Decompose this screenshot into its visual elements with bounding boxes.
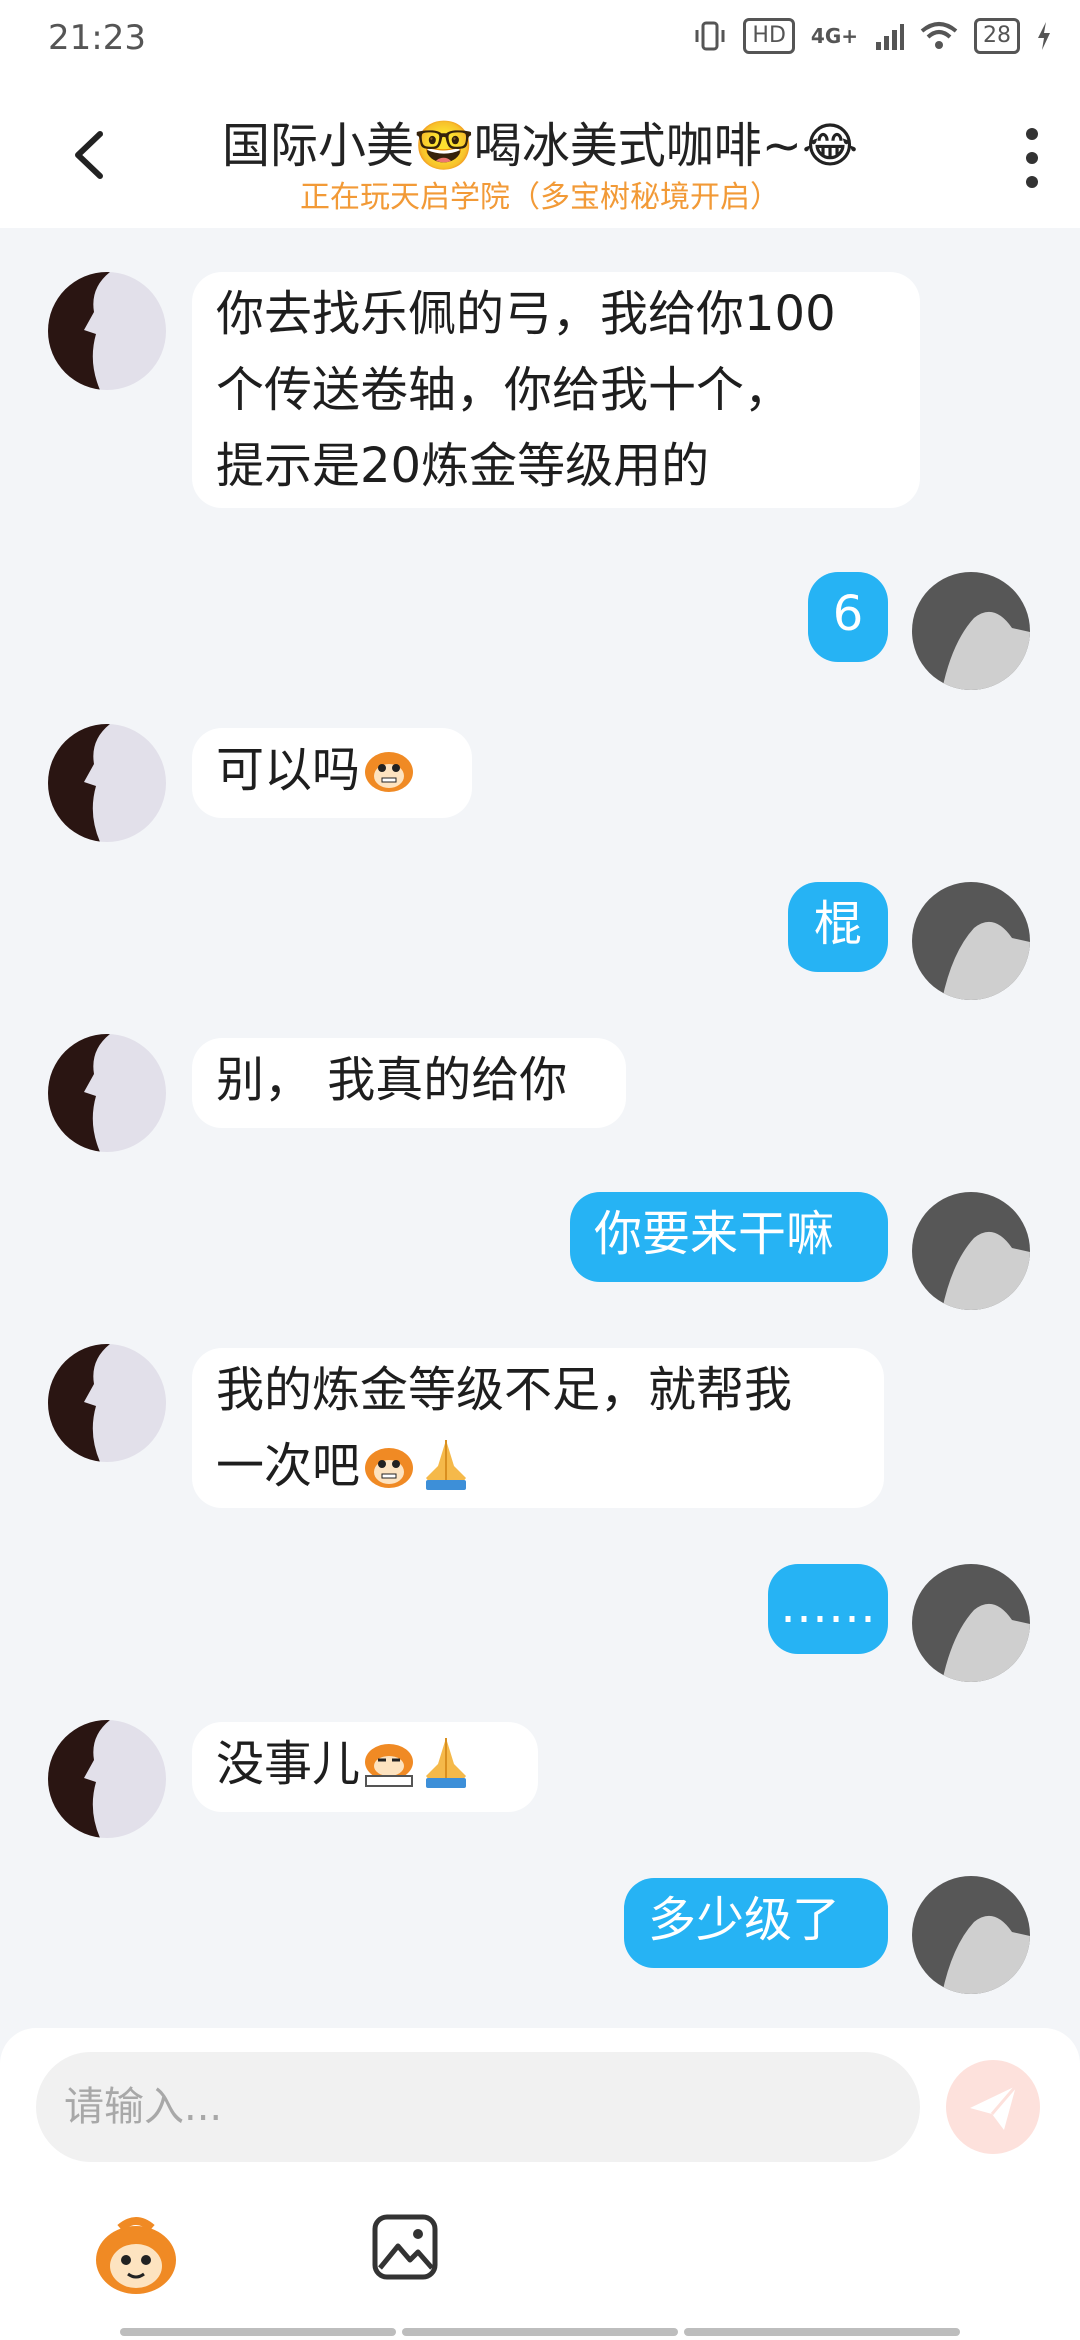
folded-hands-icon	[426, 1440, 467, 1490]
message-text: 别， 我真的给你	[216, 1052, 568, 1108]
message-line: 你去找乐佩的弓，我给你100	[216, 286, 836, 342]
message-bubble[interactable]: ……	[768, 1564, 888, 1654]
signal-icon	[876, 24, 904, 50]
message-text: ……	[780, 1578, 876, 1634]
chat-header: 国际小美🤓喝冰美式咖啡~😂 正在玩天启学院（多宝树秘境开启）	[0, 84, 1080, 228]
message-text: 棍	[813, 896, 862, 952]
battery-level: 28	[974, 18, 1020, 54]
avatar-other[interactable]	[48, 724, 166, 842]
network-type: 4G+	[810, 24, 858, 48]
more-vertical-icon[interactable]	[1022, 128, 1042, 188]
status-icons: HD 4G+ 28	[693, 18, 1052, 54]
message-line: 一次吧	[216, 1438, 361, 1494]
message-bubble[interactable]: 可以吗	[192, 728, 472, 818]
avatar-other[interactable]	[48, 1720, 166, 1838]
monkey-writing-icon	[365, 1744, 414, 1787]
message-list[interactable]: 你去找乐佩的弓，我给你100 个传送卷轴，你给我十个， 提示是20炼金等级用的 …	[0, 228, 1080, 2028]
navigation-handle	[120, 2328, 960, 2336]
status-time: 21:23	[48, 18, 146, 58]
avatar-other[interactable]	[48, 1344, 166, 1462]
vibrate-icon	[695, 21, 725, 51]
message-bubble[interactable]: 棍	[788, 882, 888, 972]
wifi-icon	[920, 22, 958, 49]
message-text: 多少级了	[648, 1892, 841, 1948]
hd-badge: HD	[743, 18, 795, 54]
message-input[interactable]	[36, 2052, 920, 2162]
avatar-self[interactable]	[912, 1564, 1030, 1682]
message-text: 可以吗	[216, 742, 361, 798]
message-bubble[interactable]: 没事儿	[192, 1722, 538, 1812]
image-icon[interactable]	[370, 2212, 440, 2282]
chat-title: 国际小美🤓喝冰美式咖啡~😂	[221, 118, 859, 174]
monkey-emoji-icon[interactable]	[90, 2210, 182, 2302]
message-bubble[interactable]: 我的炼金等级不足，就帮我 一次吧	[192, 1348, 884, 1508]
message-text: 6	[832, 586, 864, 642]
status-bar: 21:23 HD 4G+ 28	[0, 0, 1080, 84]
send-icon	[970, 2085, 1018, 2130]
message-line: 我的炼金等级不足，就帮我	[216, 1362, 793, 1418]
avatar-other[interactable]	[48, 272, 166, 390]
folded-hands-icon	[426, 1738, 467, 1788]
avatar-self[interactable]	[912, 882, 1030, 1000]
send-button[interactable]	[946, 2060, 1040, 2154]
monkey-face-icon	[365, 752, 414, 792]
message-bubble[interactable]: 你要来干嘛	[570, 1192, 888, 1282]
avatar-other[interactable]	[48, 1034, 166, 1152]
message-line: 个传送卷轴，你给我十个，	[216, 362, 793, 418]
message-bubble[interactable]: 别， 我真的给你	[192, 1038, 626, 1128]
avatar-self[interactable]	[912, 1876, 1030, 1994]
message-bubble[interactable]: 多少级了	[624, 1878, 888, 1968]
avatar-self[interactable]	[912, 572, 1030, 690]
message-bubble[interactable]: 你去找乐佩的弓，我给你100 个传送卷轴，你给我十个， 提示是20炼金等级用的	[192, 272, 920, 508]
monkey-face-icon	[365, 1448, 414, 1488]
message-line: 提示是20炼金等级用的	[216, 438, 710, 494]
avatar-self[interactable]	[912, 1192, 1030, 1310]
message-text: 你要来干嘛	[594, 1206, 835, 1262]
message-text: 没事儿	[216, 1736, 361, 1792]
charging-icon	[1038, 22, 1050, 50]
composer	[0, 2028, 1080, 2340]
chevron-left-icon[interactable]	[64, 126, 122, 184]
chat-subtitle: 正在玩天启学院（多宝树秘境开启）	[300, 180, 780, 215]
message-bubble[interactable]: 6	[808, 572, 888, 662]
